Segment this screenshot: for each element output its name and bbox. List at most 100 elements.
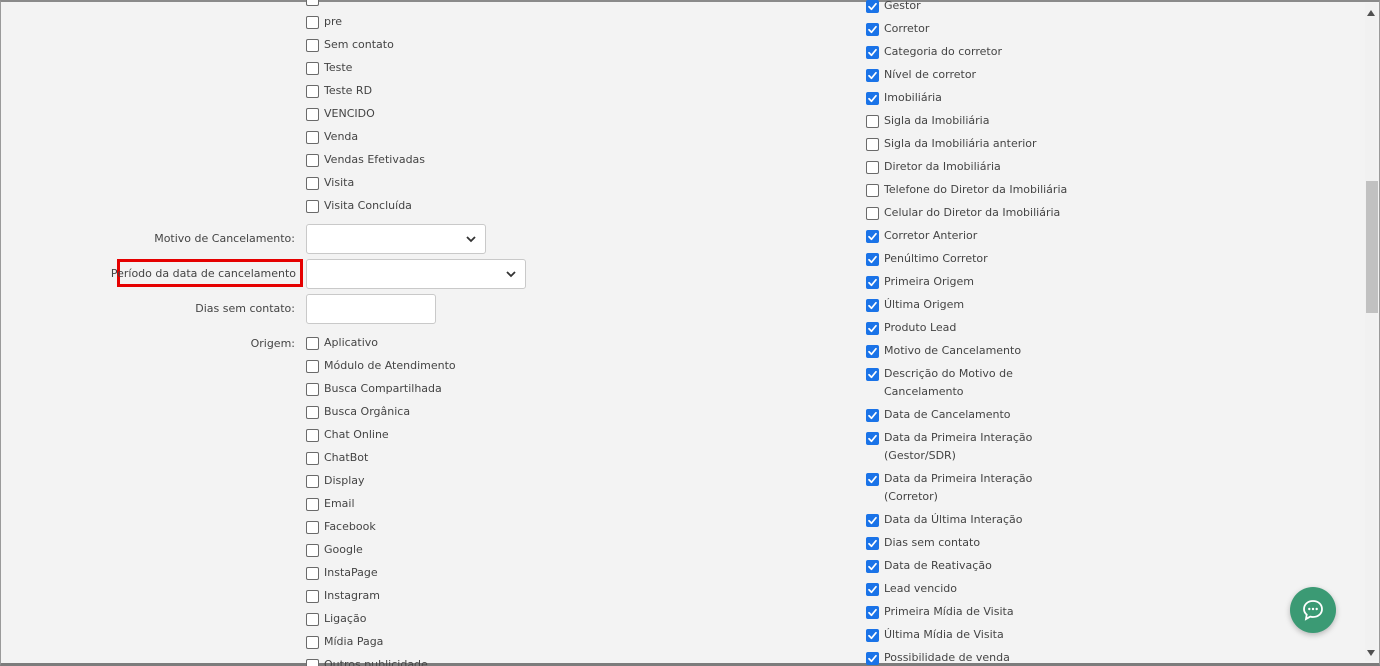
checkbox-row-aplicativo[interactable]: Aplicativo [306, 334, 378, 352]
checkbox[interactable] [306, 130, 319, 144]
checkbox-row-penultimo-corretor[interactable]: Penúltimo Corretor [866, 250, 988, 268]
checkbox-row-chatbot[interactable]: ChatBot [306, 449, 368, 467]
checkbox[interactable] [306, 612, 319, 626]
checkbox-row-facebook[interactable]: Facebook [306, 518, 376, 536]
checkbox-row-motivo-de-cancelamento[interactable]: Motivo de Cancelamento [866, 342, 1021, 360]
checkbox[interactable] [866, 408, 879, 422]
checkbox[interactable] [306, 428, 319, 442]
checkbox[interactable] [866, 137, 879, 151]
checkbox-row-diretor-da-imobiliaria[interactable]: Diretor da Imobiliária [866, 158, 1001, 176]
checkbox-row-vencido[interactable]: VENCIDO [306, 105, 375, 123]
checkbox[interactable] [306, 176, 319, 190]
checkbox[interactable] [866, 605, 879, 619]
checkbox-row-data-da-ultima-interacao[interactable]: Data da Última Interação [866, 511, 1023, 529]
checkbox-row-sigla-da-imobiliaria-anterior[interactable]: Sigla da Imobiliária anterior [866, 135, 1037, 153]
checkbox-row-celular-do-diretor-da-imobiliaria[interactable]: Celular do Diretor da Imobiliária [866, 204, 1060, 222]
checkbox[interactable] [306, 107, 319, 121]
checkbox[interactable] [306, 658, 319, 666]
checkbox-row-midia-paga[interactable]: Mídia Paga [306, 633, 383, 651]
checkbox-row-primeira-midia-de-visita[interactable]: Primeira Mídia de Visita [866, 603, 1014, 621]
checkbox[interactable] [866, 472, 879, 486]
checkbox[interactable] [306, 15, 319, 29]
checkbox[interactable] [866, 229, 879, 243]
checkbox[interactable] [306, 199, 319, 213]
checkbox-row-visita-concluida[interactable]: Visita Concluída [306, 197, 412, 215]
checkbox-row-sem-contato[interactable]: Sem contato [306, 36, 394, 54]
checkbox[interactable] [866, 559, 879, 573]
checkbox-row-gestor[interactable]: Gestor [866, 0, 921, 15]
checkbox-row-modulo-de-atendimento[interactable]: Módulo de Atendimento [306, 357, 456, 375]
checkbox-row-imobiliaria[interactable]: Imobiliária [866, 89, 942, 107]
checkbox-row-teste[interactable]: Teste [306, 59, 352, 77]
checkbox[interactable] [306, 405, 319, 419]
checkbox[interactable] [866, 68, 879, 82]
checkbox[interactable] [306, 520, 319, 534]
chat-button[interactable] [1290, 587, 1336, 633]
checkbox-row-data-da-primeira-interacao[interactable]: Data da Primeira Interação [866, 429, 1032, 447]
checkbox-row-nivel-de-corretor[interactable]: Nível de corretor [866, 66, 976, 84]
checkbox[interactable] [306, 0, 319, 6]
checkbox[interactable] [866, 22, 879, 36]
dias-sem-contato-input[interactable] [306, 294, 436, 324]
checkbox[interactable] [866, 114, 879, 128]
checkbox-row-descricao-do-motivo-de[interactable]: Descrição do Motivo de [866, 365, 1013, 383]
checkbox[interactable] [866, 160, 879, 174]
checkbox[interactable] [306, 497, 319, 511]
checkbox[interactable] [306, 382, 319, 396]
checkbox[interactable] [306, 474, 319, 488]
checkbox-row-categoria-do-corretor[interactable]: Categoria do corretor [866, 43, 1002, 61]
checkbox-row-data-da-primeira-interacao[interactable]: Data da Primeira Interação [866, 470, 1032, 488]
checkbox-row-busca-organica[interactable]: Busca Orgânica [306, 403, 410, 421]
checkbox-row-chat-online[interactable]: Chat Online [306, 426, 389, 444]
caret-down-icon[interactable] [1365, 647, 1377, 659]
checkbox[interactable] [866, 344, 879, 358]
scrollbar[interactable] [1365, 3, 1378, 661]
checkbox[interactable] [306, 153, 319, 167]
checkbox-row-google[interactable]: Google [306, 541, 363, 559]
checkbox[interactable] [866, 206, 879, 220]
checkbox-row-data-de-cancelamento[interactable]: Data de Cancelamento [866, 406, 1011, 424]
checkbox[interactable] [306, 635, 319, 649]
checkbox-row-vendas-efetivadas[interactable]: Vendas Efetivadas [306, 151, 425, 169]
checkbox[interactable] [866, 45, 879, 59]
checkbox[interactable] [866, 275, 879, 289]
scrollbar-thumb[interactable] [1366, 181, 1378, 313]
checkbox-row-ligacao[interactable]: Ligação [306, 610, 366, 628]
checkbox[interactable] [866, 252, 879, 266]
periodo-cancelamento-select[interactable] [306, 259, 526, 289]
checkbox[interactable] [866, 298, 879, 312]
checkbox[interactable] [306, 336, 319, 350]
checkbox[interactable] [306, 543, 319, 557]
checkbox-row-display[interactable]: Display [306, 472, 365, 490]
checkbox[interactable] [306, 589, 319, 603]
checkbox-row-instapage[interactable]: InstaPage [306, 564, 378, 582]
checkbox-row-telefone-do-diretor-da-imobiliaria[interactable]: Telefone do Diretor da Imobiliária [866, 181, 1067, 199]
checkbox-row-data-de-reativacao[interactable]: Data de Reativação [866, 557, 992, 575]
checkbox-row-primeira-origem[interactable]: Primeira Origem [866, 273, 974, 291]
checkbox-row-email[interactable]: Email [306, 495, 355, 513]
checkbox[interactable] [306, 451, 319, 465]
checkbox-row-sigla-da-imobiliaria[interactable]: Sigla da Imobiliária [866, 112, 989, 130]
checkbox-row-outros-publicidade[interactable]: Outros publicidade [306, 656, 428, 666]
checkbox-row-dias-sem-contato[interactable]: Dias sem contato [866, 534, 980, 552]
checkbox-row-venda[interactable]: Venda [306, 128, 358, 146]
checkbox-row-blank[interactable] [306, 0, 324, 8]
checkbox-row-instagram[interactable]: Instagram [306, 587, 380, 605]
checkbox[interactable] [866, 183, 879, 197]
checkbox-row-ultima-midia-de-visita[interactable]: Última Mídia de Visita [866, 626, 1004, 644]
checkbox[interactable] [866, 91, 879, 105]
checkbox[interactable] [866, 367, 879, 381]
checkbox-row-produto-lead[interactable]: Produto Lead [866, 319, 956, 337]
motivo-cancelamento-select[interactable] [306, 224, 486, 254]
checkbox-row-possibilidade-de-venda[interactable]: Possibilidade de venda [866, 649, 1010, 666]
checkbox[interactable] [866, 431, 879, 445]
checkbox-row-corretor[interactable]: Corretor [866, 20, 929, 38]
checkbox[interactable] [866, 536, 879, 550]
checkbox-row-ultima-origem[interactable]: Última Origem [866, 296, 964, 314]
checkbox-row-pre[interactable]: pre [306, 13, 342, 31]
checkbox[interactable] [306, 566, 319, 580]
checkbox[interactable] [306, 359, 319, 373]
checkbox-row-corretor-anterior[interactable]: Corretor Anterior [866, 227, 977, 245]
checkbox-row-busca-compartilhada[interactable]: Busca Compartilhada [306, 380, 442, 398]
checkbox[interactable] [866, 513, 879, 527]
